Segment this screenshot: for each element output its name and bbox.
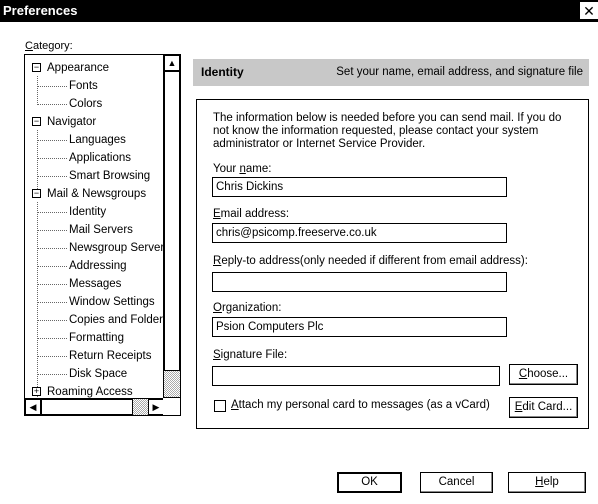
tree-item-navigator[interactable]: − Navigator (25, 113, 163, 131)
tree-item-formatting[interactable]: Formatting (25, 329, 163, 347)
email-label: Email address: (213, 208, 290, 220)
attach-vcard-checkbox[interactable] (214, 400, 226, 412)
reply-to-input[interactable] (212, 272, 507, 292)
tree-item-label: Smart Browsing (69, 170, 151, 182)
scroll-left-arrow-icon[interactable]: ◀ (25, 399, 41, 415)
tree-item-label: Appearance (47, 62, 110, 74)
section-header: Identity Set your name, email address, a… (193, 59, 589, 86)
tree-item-label: Return Receipts (69, 350, 152, 362)
tree-item-label: Addressing (69, 260, 127, 272)
choose-button[interactable]: Choose... (509, 364, 578, 385)
attach-vcard-label[interactable]: Attach my personal card to messages (as … (231, 399, 490, 411)
scrollbar-corner (163, 398, 180, 415)
tree-item-label: Languages (69, 134, 126, 146)
tree-item-label: Applications (69, 152, 132, 164)
tree-item-window-settings[interactable]: Window Settings (25, 293, 163, 311)
window-title: Preferences (3, 3, 78, 18)
scroll-right-arrow-icon[interactable]: ▶ (148, 399, 164, 415)
category-label: Category: (25, 40, 73, 52)
tree-item-appearance[interactable]: − Appearance (25, 59, 163, 77)
signature-file-label: Signature File: (213, 349, 288, 361)
section-title: Identity (201, 65, 244, 79)
tree-item-copies-and-folders[interactable]: Copies and Folders (25, 311, 163, 329)
category-tree[interactable]: − Appearance Fonts Colors − Navigator Language… (24, 54, 181, 416)
title-bar: Preferences ✕ (0, 0, 598, 22)
tree-item-label: Copies and Folders (69, 314, 163, 326)
your-name-label: Your name: (213, 163, 272, 175)
tree-item-colors[interactable]: Colors (25, 95, 163, 113)
organization-input[interactable]: Psion Computers Plc (212, 317, 507, 337)
horizontal-scroll-thumb[interactable] (41, 399, 133, 415)
tree-item-label: Mail & Newsgroups (47, 188, 147, 200)
ok-button[interactable]: OK (337, 472, 402, 493)
help-button[interactable]: Help (508, 472, 586, 493)
tree-item-disk-space[interactable]: Disk Space (25, 365, 163, 383)
tree-item-label: Disk Space (69, 368, 128, 380)
tree-item-mail-servers[interactable]: Mail Servers (25, 221, 163, 239)
tree-item-messages[interactable]: Messages (25, 275, 163, 293)
tree-item-label: Navigator (47, 116, 97, 128)
tree-horizontal-scrollbar[interactable]: ◀ ▶ (25, 398, 165, 415)
info-text: The information below is needed before y… (213, 112, 562, 150)
tree-item-applications[interactable]: Applications (25, 149, 163, 167)
tree-vertical-scrollbar[interactable]: ▲ ▼ (163, 55, 180, 413)
tree-item-newsgroup-servers[interactable]: Newsgroup Servers (25, 239, 163, 257)
tree-items: − Appearance Fonts Colors − Navigator Language… (25, 59, 163, 415)
tree-item-smart-browsing[interactable]: Smart Browsing (25, 167, 163, 185)
tree-item-languages[interactable]: Languages (25, 131, 163, 149)
tree-item-fonts[interactable]: Fonts (25, 77, 163, 95)
cancel-button[interactable]: Cancel (420, 472, 493, 493)
tree-item-label: Mail Servers (69, 224, 133, 236)
scroll-thumb[interactable] (164, 71, 180, 371)
collapse-icon[interactable]: − (32, 117, 41, 126)
scroll-up-arrow-icon[interactable]: ▲ (164, 55, 180, 71)
tree-item-mail-newsgroups[interactable]: − Mail & Newsgroups (25, 185, 163, 203)
tree-item-label: Colors (69, 98, 103, 110)
collapse-icon[interactable]: − (32, 189, 41, 198)
tree-item-identity[interactable]: Identity (25, 203, 163, 221)
close-icon[interactable]: ✕ (580, 2, 598, 19)
your-name-input[interactable]: Chris Dickins (212, 177, 507, 197)
tree-item-label: Window Settings (69, 296, 155, 308)
section-description: Set your name, email address, and signat… (336, 66, 583, 78)
tree-item-return-receipts[interactable]: Return Receipts (25, 347, 163, 365)
tree-item-label: Fonts (69, 80, 98, 92)
organization-label: Organization: (213, 302, 282, 314)
tree-item-label: Identity (69, 206, 107, 218)
tree-item-label: Formatting (69, 332, 124, 344)
edit-card-button[interactable]: Edit Card... (509, 397, 578, 418)
expand-icon[interactable]: + (32, 387, 41, 396)
collapse-icon[interactable]: − (32, 63, 41, 72)
reply-to-label: Reply-to address(only needed if differen… (213, 255, 528, 267)
tree-item-label: Newsgroup Servers (69, 242, 163, 254)
tree-item-label: Messages (69, 278, 122, 290)
tree-item-addressing[interactable]: Addressing (25, 257, 163, 275)
signature-file-input[interactable] (212, 366, 500, 386)
email-input[interactable]: chris@psicomp.freeserve.co.uk (212, 223, 507, 243)
